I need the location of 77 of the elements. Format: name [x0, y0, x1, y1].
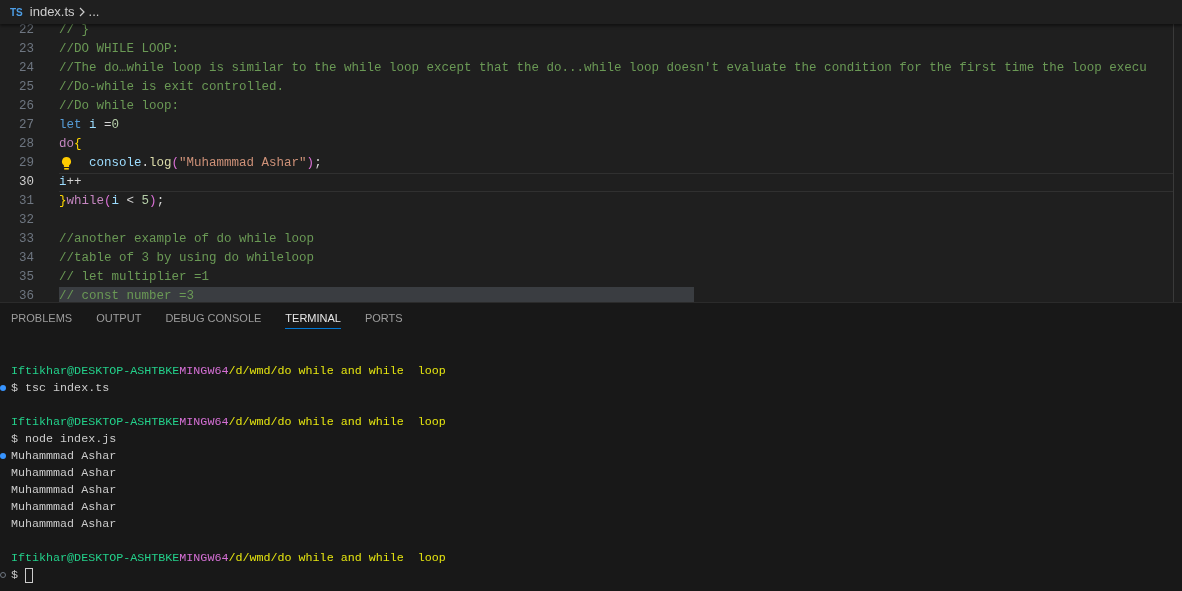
code-token: 0 [111, 118, 120, 133]
prompt-user: Iftikhar@DESKTOP-ASHTBKE [11, 413, 180, 431]
line-number: 30 [18, 174, 34, 192]
panel-tab[interactable]: DEBUG CONSOLE [165, 311, 262, 329]
prompt-shell: MINGW64 [179, 362, 229, 380]
line-number: 22 [18, 24, 34, 40]
terminal-output: Muhammmad Ashar [11, 447, 117, 465]
panel-tab[interactable]: OUTPUT [96, 311, 142, 329]
terminal-output: Muhammmad Ashar [11, 481, 117, 499]
code-token: "Muhammmad Ashar" [179, 156, 307, 171]
code-token: ; [156, 194, 165, 209]
code-token: ++ [66, 175, 82, 190]
code-token: ( [104, 194, 112, 209]
code-token: i [59, 175, 67, 190]
code-token: } [59, 194, 67, 209]
line-number: 28 [18, 136, 34, 154]
line-number: 34 [18, 250, 34, 268]
code-token: do [59, 137, 74, 152]
terminal-command: $ tsc index.ts [11, 379, 110, 397]
line-number: 36 [18, 288, 34, 302]
terminal-command: $ node index.js [11, 430, 117, 448]
prompt-path: /d/wmd/do while and while loop [228, 549, 446, 567]
terminal-output: Muhammmad Ashar [11, 498, 117, 516]
line-number: 32 [18, 212, 34, 230]
chevron-right-icon [78, 7, 85, 17]
code-token: i [111, 194, 120, 209]
panel-tab[interactable]: PROBLEMS [11, 311, 73, 329]
code-token: ; [314, 156, 322, 171]
code-token: { [74, 137, 82, 152]
line-number: 35 [18, 269, 34, 287]
line-number: 31 [18, 193, 34, 211]
code-token: //Do-while is exit controlled. [59, 80, 285, 95]
terminal-output: Muhammmad Ashar [11, 464, 117, 482]
code-token: //table of 3 by using do whileloop [59, 251, 315, 266]
code-token: //The do…while loop is similar to the while loop except that the do...while loop doesn't evaluate the condition for the first time the loop execu [59, 61, 1147, 76]
line-number: 24 [18, 60, 34, 78]
code-token: //Do while loop: [59, 99, 180, 114]
language-label: TS [10, 5, 23, 20]
lightbulb-icon[interactable] [61, 156, 72, 171]
code-token: . [141, 156, 150, 171]
code-token: // const number =3 [59, 289, 195, 302]
code-token: //DO WHILE LOOP: [59, 42, 180, 57]
code-token: 5 [141, 194, 150, 209]
terminal-prompt-sign: $ [11, 566, 18, 584]
panel-tab[interactable]: PORTS [364, 311, 403, 329]
terminal-output: Muhammmad Ashar [11, 515, 117, 533]
code-token: while [66, 194, 105, 209]
prompt-shell: MINGW64 [179, 413, 229, 431]
line-number: 25 [18, 79, 34, 97]
command-success-icon[interactable] [0, 453, 6, 459]
line-number: 29 [18, 155, 34, 173]
code-token: ) [306, 156, 315, 171]
line-number: 23 [18, 41, 34, 59]
prompt-shell: MINGW64 [179, 549, 229, 567]
code-token: ( [171, 156, 180, 171]
prompt-path: /d/wmd/do while and while loop [228, 362, 446, 380]
command-success-icon[interactable] [0, 385, 6, 391]
line-number: 26 [18, 98, 34, 116]
code-token: < [126, 194, 136, 209]
code-token: log [149, 156, 172, 171]
code-token: //another example of do while loop [59, 232, 315, 247]
prompt-user: Iftikhar@DESKTOP-ASHTBKE [11, 362, 180, 380]
code-token: // let multiplier =1 [59, 270, 210, 285]
prompt-user: Iftikhar@DESKTOP-ASHTBKE [11, 549, 180, 567]
terminal-cursor [25, 568, 33, 583]
code-token: = [104, 118, 112, 133]
breadcrumb-more[interactable]: ... [88, 2, 100, 22]
prompt-path: /d/wmd/do while and while loop [228, 413, 446, 431]
code-token: ) [149, 194, 157, 209]
panel-tab[interactable]: TERMINAL [285, 311, 341, 329]
code-token: // } [59, 24, 89, 38]
line-number: 33 [18, 231, 34, 249]
code-token: console [89, 156, 142, 171]
code-token: i [89, 118, 97, 133]
code-token: let [59, 118, 83, 133]
breadcrumb-file[interactable]: index.ts [29, 2, 75, 22]
line-number: 27 [18, 117, 34, 135]
